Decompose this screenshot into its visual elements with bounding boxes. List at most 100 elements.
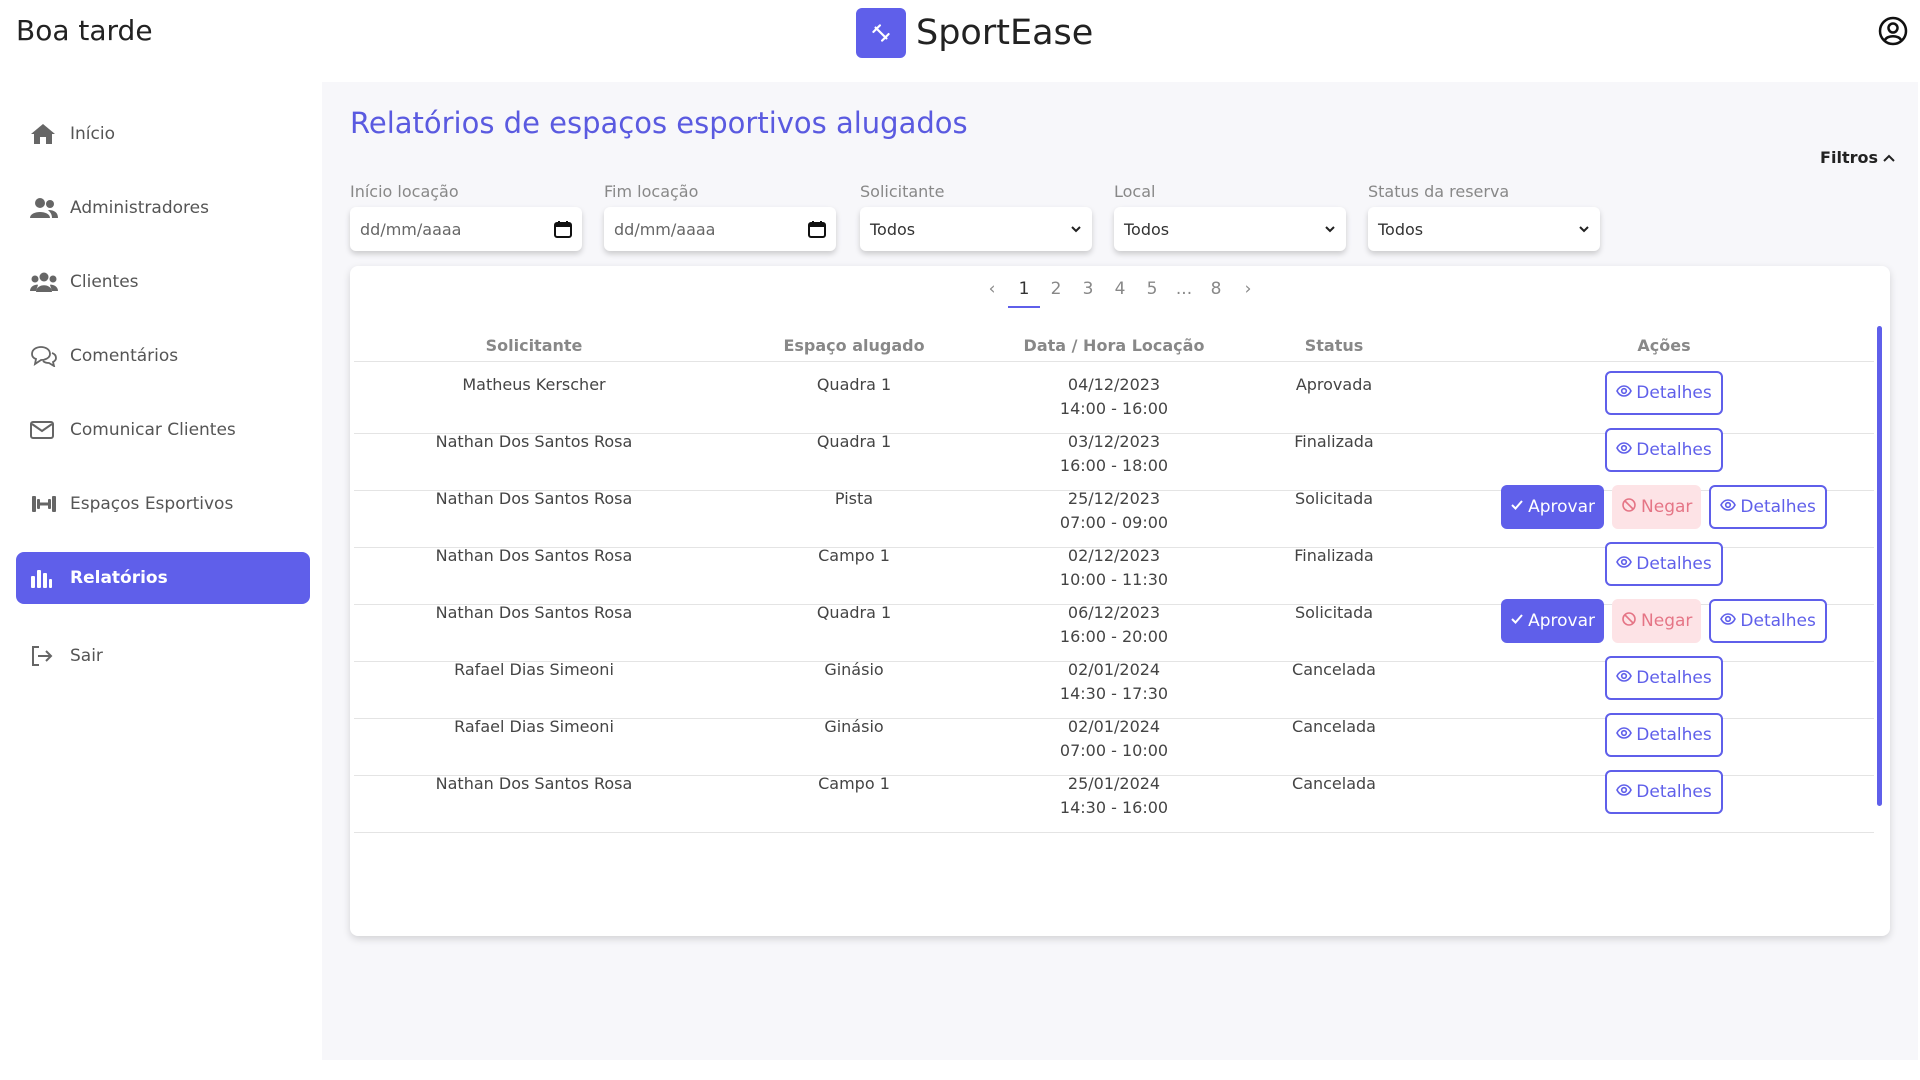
calendar-icon[interactable] [808, 220, 826, 238]
deny-button[interactable]: Negar [1612, 485, 1702, 529]
details-button[interactable]: Detalhes [1605, 428, 1723, 472]
page-title: Relatórios de espaços esportivos alugado… [350, 106, 968, 140]
approve-button[interactable]: Aprovar [1501, 599, 1605, 643]
sidebar-item-relatorios[interactable]: Relatórios [16, 552, 310, 604]
sidebar-item-sair[interactable]: Sair [16, 630, 310, 682]
deny-button[interactable]: Negar [1612, 599, 1702, 643]
cell-space: Pista [834, 489, 874, 508]
sidebar-item-clientes[interactable]: Clientes [16, 256, 310, 308]
details-button[interactable]: Detalhes [1709, 599, 1827, 643]
pagination-next[interactable]: › [1232, 274, 1264, 308]
details-button[interactable]: Detalhes [1605, 713, 1723, 757]
pagination-prev[interactable]: ‹ [976, 274, 1008, 308]
filter-requester: Solicitante Todos [860, 182, 1092, 251]
home-icon [30, 122, 60, 146]
pagination-page-3[interactable]: 3 [1072, 274, 1104, 308]
cell-status: Cancelada [1292, 774, 1376, 793]
details-button[interactable]: Detalhes [1709, 485, 1827, 529]
deny-label: Negar [1641, 497, 1693, 517]
cell-requester: Nathan Dos Santos Rosa [435, 774, 633, 793]
chart-bar-icon [30, 566, 60, 590]
requester-select[interactable]: Todos [860, 207, 1092, 251]
pagination-page-8[interactable]: 8 [1200, 274, 1232, 308]
sidebar-item-comentarios[interactable]: Comentários [16, 330, 310, 382]
cell-time: 10:00 - 11:30 [1059, 570, 1169, 589]
greeting-text: Boa tarde [16, 14, 153, 47]
cell-status: Solicitada [1294, 603, 1374, 622]
cell-date: 02/01/2024 [1067, 660, 1161, 679]
envelope-icon [30, 418, 60, 442]
cell-datetime: 02/01/2024 14:30 - 17:30 [1014, 658, 1214, 706]
details-button[interactable]: Detalhes [1605, 770, 1723, 814]
cell-datetime: 02/01/2024 07:00 - 10:00 [1014, 715, 1214, 763]
cell-requester: Nathan Dos Santos Rosa [435, 432, 633, 451]
eye-icon [1616, 782, 1633, 803]
filter-requester-label: Solicitante [860, 182, 945, 201]
place-select[interactable]: Todos [1114, 207, 1346, 251]
cell-space: Quadra 1 [816, 375, 892, 394]
details-button[interactable]: Detalhes [1605, 542, 1723, 586]
cell-date: 25/12/2023 [1067, 489, 1161, 508]
sidebar-item-comunicar-clientes[interactable]: Comunicar Clientes [16, 404, 310, 456]
cell-time: 14:00 - 16:00 [1059, 399, 1169, 418]
pagination-page-4[interactable]: 4 [1104, 274, 1136, 308]
group-icon [30, 270, 60, 294]
cell-datetime: 04/12/2023 14:00 - 16:00 [1014, 373, 1214, 421]
pagination-page-5[interactable]: 5 [1136, 274, 1168, 308]
cell-space: Ginásio [824, 660, 884, 679]
eye-icon [1720, 611, 1737, 632]
chevron-down-icon [1071, 226, 1081, 233]
top-header: Boa tarde SportEase [0, 0, 1920, 82]
cell-requester: Rafael Dias Simeoni [454, 660, 614, 679]
logout-icon [30, 644, 60, 668]
end-date-placeholder: dd/mm/aaaa [614, 219, 716, 239]
details-button[interactable]: Detalhes [1605, 656, 1723, 700]
sidebar-item-espacos-esportivos[interactable]: Espaços Esportivos [16, 478, 310, 530]
cell-status: Finalizada [1294, 546, 1374, 565]
header-solicitante: Solicitante [485, 336, 583, 355]
cell-time: 16:00 - 20:00 [1059, 627, 1169, 646]
dumbbell-icon [30, 492, 60, 516]
filters-toggle-button[interactable]: Filtros [1820, 148, 1896, 167]
cell-datetime: 25/01/2024 14:30 - 16:00 [1014, 772, 1214, 820]
pagination-page-1[interactable]: 1 [1008, 274, 1040, 308]
cell-space: Quadra 1 [816, 603, 892, 622]
row-actions: Detalhes [1464, 713, 1864, 757]
ban-icon [1621, 611, 1637, 632]
eye-icon [1616, 668, 1633, 689]
approve-label: Aprovar [1528, 611, 1596, 631]
details-label: Detalhes [1636, 383, 1712, 403]
user-account-icon[interactable] [1878, 16, 1908, 46]
cell-status: Aprovada [1295, 375, 1373, 394]
row-actions: Detalhes [1464, 656, 1864, 700]
filter-place: Local Todos [1114, 182, 1346, 251]
cell-datetime: 03/12/2023 16:00 - 18:00 [1014, 430, 1214, 478]
cell-requester: Rafael Dias Simeoni [454, 717, 614, 736]
end-date-input[interactable]: dd/mm/aaaa [604, 207, 836, 251]
eye-icon [1616, 440, 1633, 461]
pagination-page-2[interactable]: 2 [1040, 274, 1072, 308]
row-actions: Aprovar Negar Detalhes [1464, 485, 1864, 529]
row-actions: Detalhes [1464, 428, 1864, 472]
row-actions: Aprovar Negar Detalhes [1464, 599, 1864, 643]
brand[interactable]: SportEase [856, 8, 1093, 58]
approve-button[interactable]: Aprovar [1501, 485, 1605, 529]
eye-icon [1720, 497, 1737, 518]
table-scrollbar[interactable] [1877, 326, 1882, 806]
cell-requester: Matheus Kerscher [462, 375, 606, 394]
sidebar-item-inicio[interactable]: Início [16, 108, 310, 160]
calendar-icon[interactable] [554, 220, 572, 238]
header-data-hora: Data / Hora Locação [1023, 336, 1205, 355]
details-button[interactable]: Detalhes [1605, 371, 1723, 415]
details-label: Detalhes [1740, 497, 1816, 517]
sidebar-item-administradores[interactable]: Administradores [16, 182, 310, 234]
cell-status: Finalizada [1294, 432, 1374, 451]
row-actions: Detalhes [1464, 770, 1864, 814]
status-select-value: Todos [1378, 219, 1424, 239]
status-select[interactable]: Todos [1368, 207, 1600, 251]
filters-toggle-label: Filtros [1820, 148, 1878, 167]
cell-datetime: 02/12/2023 10:00 - 11:30 [1014, 544, 1214, 592]
start-date-input[interactable]: dd/mm/aaaa [350, 207, 582, 251]
cell-requester: Nathan Dos Santos Rosa [435, 489, 633, 508]
filter-status: Status da reserva Todos [1368, 182, 1600, 251]
